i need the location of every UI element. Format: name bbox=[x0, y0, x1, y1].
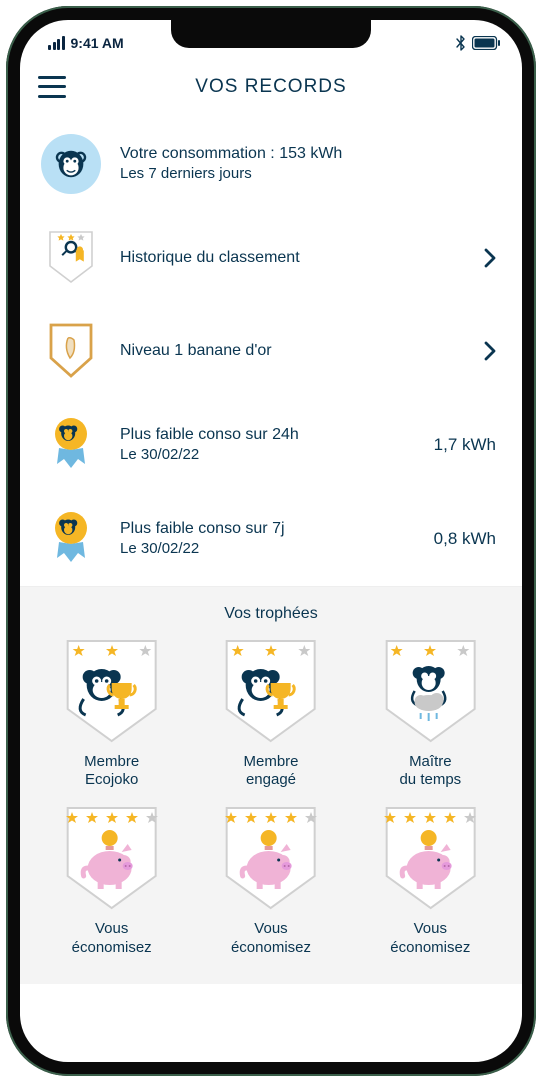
record-7d-row: Plus faible conso sur 7j Le 30/02/22 0,8… bbox=[20, 492, 522, 586]
trophy-label: Membre engagé bbox=[243, 753, 298, 791]
trophy-badge-icon bbox=[197, 637, 344, 747]
record-7d-line1: Plus faible conso sur 7j bbox=[120, 520, 416, 538]
trophy-badge-icon bbox=[38, 637, 185, 747]
trophy-2[interactable]: Maître du temps bbox=[357, 637, 504, 791]
consumption-row: Votre consommation : 153 kWh Les 7 derni… bbox=[20, 116, 522, 212]
phone-screen: 9:41 AM VOS RECORDS bbox=[20, 20, 522, 1062]
menu-button[interactable] bbox=[38, 76, 68, 98]
consumption-line2: Les 7 derniers jours bbox=[120, 165, 496, 182]
signal-icon bbox=[48, 36, 65, 50]
trophy-stars bbox=[357, 812, 504, 824]
trophies-title: Vos trophées bbox=[38, 605, 504, 623]
record-24h-line2: Le 30/02/22 bbox=[120, 446, 416, 463]
record-24h-value: 1,7 kWh bbox=[434, 435, 496, 455]
trophy-4[interactable]: Vous économisez bbox=[197, 804, 344, 958]
level-label: Niveau 1 banane d'or bbox=[120, 342, 466, 360]
header: VOS RECORDS bbox=[20, 56, 522, 116]
trophies-section: Vos trophées Membre Ecojoko bbox=[20, 586, 522, 984]
level-row[interactable]: Niveau 1 banane d'or bbox=[20, 304, 522, 398]
record-7d-line2: Le 30/02/22 bbox=[120, 540, 416, 557]
trophy-grid: Membre Ecojoko Membre engagé bbox=[38, 637, 504, 958]
trophy-badge-icon bbox=[357, 804, 504, 914]
trophy-label: Vous économisez bbox=[231, 920, 311, 958]
notch bbox=[171, 20, 371, 48]
record-24h-line1: Plus faible conso sur 24h bbox=[120, 426, 416, 444]
consumption-line1: Votre consommation : 153 kWh bbox=[120, 145, 496, 163]
trophy-stars bbox=[357, 645, 504, 657]
record-7d-value: 0,8 kWh bbox=[434, 529, 496, 549]
trophy-stars bbox=[38, 812, 185, 824]
chevron-right-icon bbox=[484, 341, 496, 361]
trophy-badge-icon bbox=[38, 804, 185, 914]
bluetooth-icon bbox=[456, 35, 466, 51]
medal-icon bbox=[40, 510, 102, 568]
trophy-label: Vous économisez bbox=[390, 920, 470, 958]
trophy-1[interactable]: Membre engagé bbox=[197, 637, 344, 791]
medal-icon bbox=[40, 416, 102, 474]
trophy-label: Vous économisez bbox=[72, 920, 152, 958]
history-row[interactable]: Historique du classement bbox=[20, 212, 522, 304]
trophy-stars bbox=[38, 645, 185, 657]
trophy-badge-icon bbox=[357, 637, 504, 747]
chevron-right-icon bbox=[484, 248, 496, 268]
trophy-3[interactable]: Vous économisez bbox=[38, 804, 185, 958]
history-label: Historique du classement bbox=[120, 249, 466, 267]
badge-history-icon bbox=[40, 230, 102, 286]
status-time: 9:41 AM bbox=[71, 35, 124, 51]
trophy-stars bbox=[197, 645, 344, 657]
phone-frame: 9:41 AM VOS RECORDS bbox=[6, 6, 536, 1076]
trophy-label: Maître du temps bbox=[399, 753, 461, 791]
trophy-0[interactable]: Membre Ecojoko bbox=[38, 637, 185, 791]
trophy-badge-icon bbox=[197, 804, 344, 914]
record-24h-row: Plus faible conso sur 24h Le 30/02/22 1,… bbox=[20, 398, 522, 492]
trophy-stars bbox=[197, 812, 344, 824]
banana-shield-icon bbox=[40, 322, 102, 380]
trophy-label: Membre Ecojoko bbox=[84, 753, 139, 791]
trophy-5[interactable]: Vous économisez bbox=[357, 804, 504, 958]
battery-icon bbox=[472, 36, 500, 50]
monkey-avatar-icon bbox=[41, 134, 101, 194]
page-title: VOS RECORDS bbox=[195, 76, 346, 98]
